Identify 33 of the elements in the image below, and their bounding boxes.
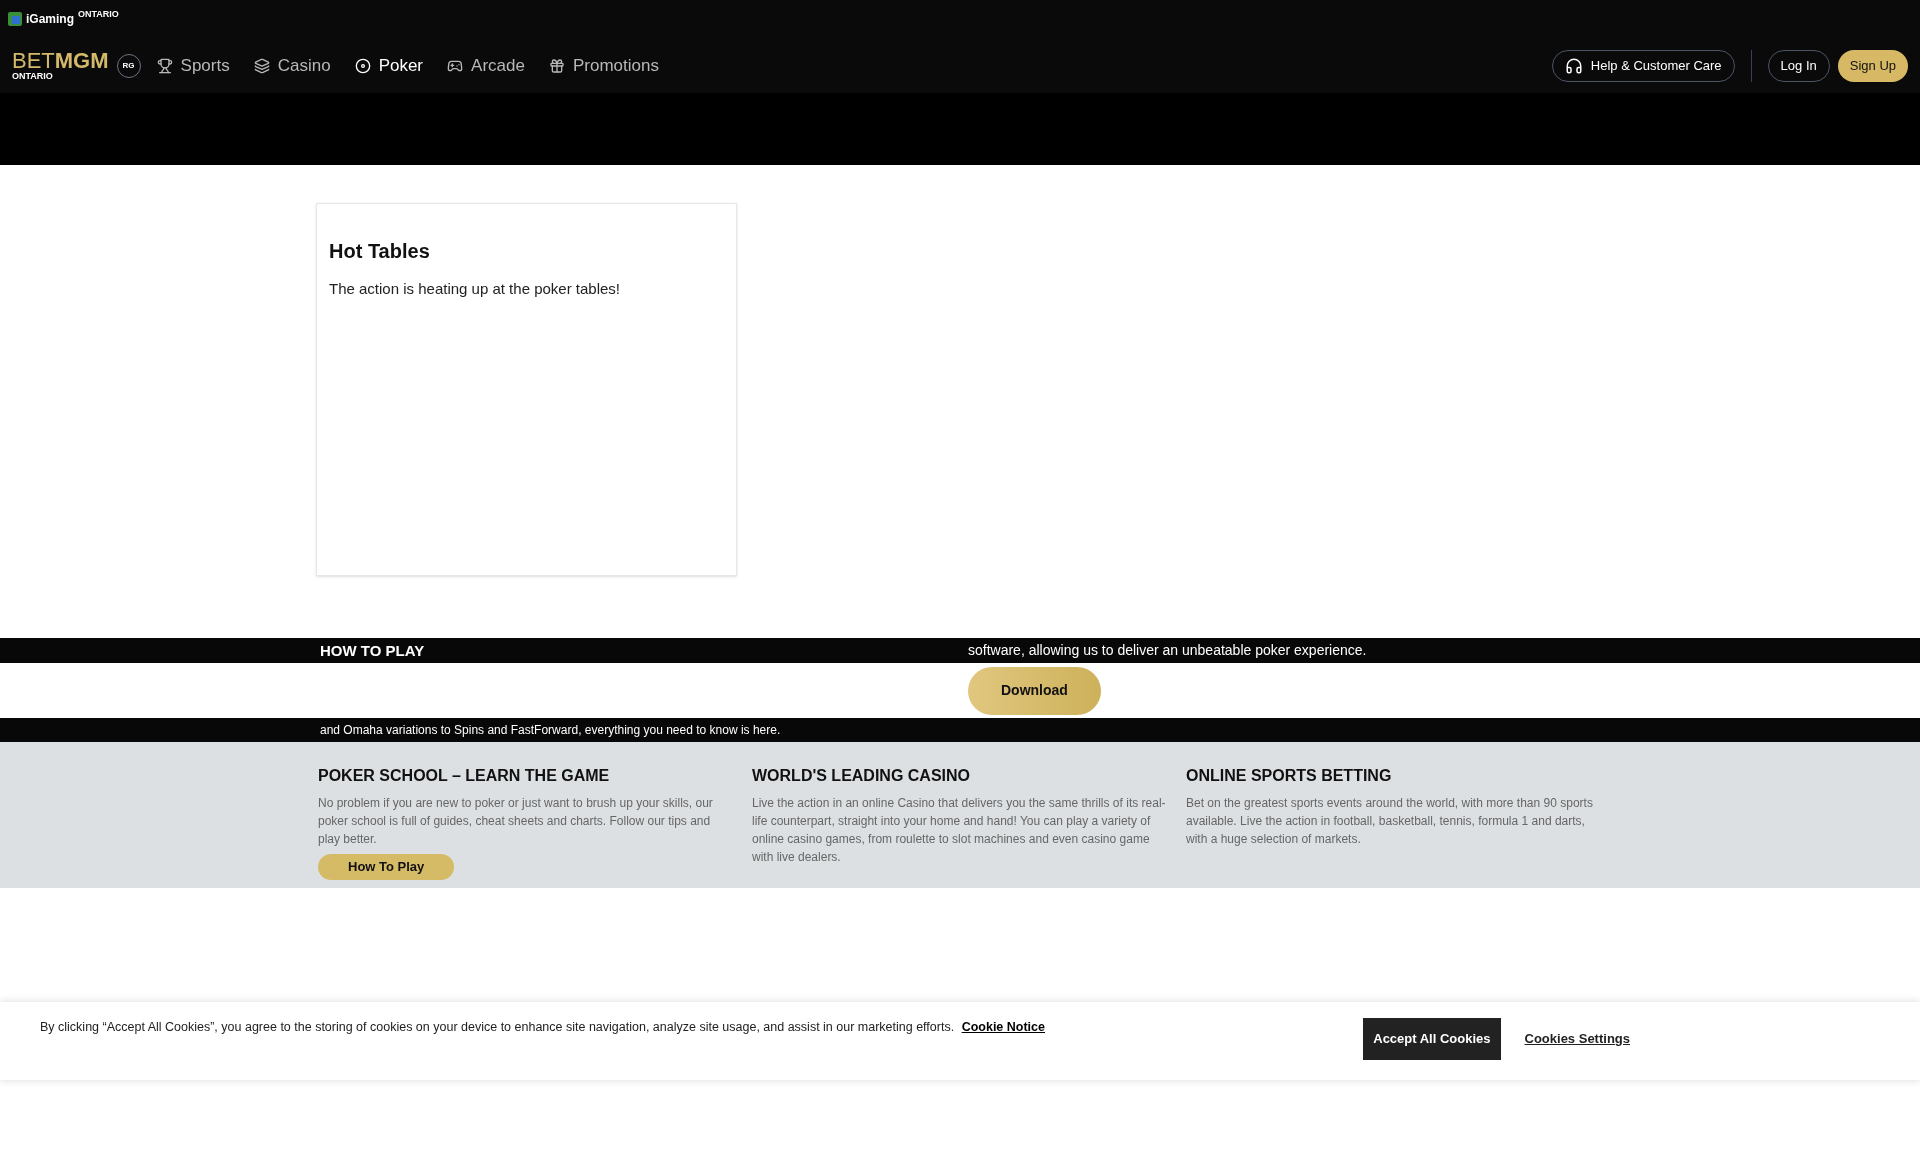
trophy-icon: [156, 57, 173, 74]
feature-title: POKER SCHOOL – LEARN THE GAME: [318, 766, 611, 786]
download-text: software, allowing us to deliver an unbeatable poker experience.: [968, 641, 1367, 660]
nav-tab[interactable]: Arcade: [447, 52, 525, 79]
feature-title: ONLINE SPORTS BETTING: [1186, 766, 1393, 786]
nav-tab[interactable]: Sports: [156, 52, 230, 79]
cookie-text: By clicking “Accept All Cookies”, you agree to the storing of cookies on your device to enhance site navigation, analyze site usage, and assist in our marketing efforts. Cookie Notice: [40, 1019, 1045, 1036]
card-text: The action is heating up at the poker tables!: [329, 279, 622, 299]
feature-text: No problem if you are new to poker or just want to brush up your skills, our poker school is full of guides, cheat sheets and charts. Follow our tips and play better.: [318, 795, 714, 848]
logo-region: ONTARIO: [12, 72, 54, 81]
betmgm-logo[interactable]: BETMGM: [12, 50, 109, 72]
nav-tab[interactable]: Promotions: [548, 52, 659, 79]
feature-title: WORLD'S LEADING CASINO: [752, 766, 972, 786]
signup-button[interactable]: Sign Up: [1837, 49, 1908, 82]
feature-text: Live the action in an online Casino that delivers you the same thrills of its real-life counterpart, straight into your home and hand! You can play a variety of online casino games, from roulette to slot machines and even casino game with live dealers.: [752, 795, 1166, 866]
igaming-logo-icon: [8, 12, 22, 26]
igaming-region: ONTARIO: [78, 8, 119, 22]
cards-icon: [253, 57, 270, 74]
chip-icon: [354, 57, 371, 74]
download-button[interactable]: Download: [968, 666, 1101, 715]
feature-text: Bet on the greatest sports events around the world, with more than 90 sports available. Live the action in football, basketball, tennis, formula 1 and darts, with a huge selection of markets.: [1186, 795, 1594, 848]
igaming-logo[interactable]: iGaming: [26, 10, 74, 28]
gift-icon: [548, 57, 565, 74]
card-title: Hot Tables: [329, 239, 431, 264]
headset-icon: [1564, 56, 1583, 75]
cookie-settings-button[interactable]: Cookies Settings: [1524, 1018, 1630, 1060]
accept-cookies-button[interactable]: Accept All Cookies: [1363, 1018, 1501, 1060]
how-to-play-heading: HOW TO PLAY: [320, 641, 426, 661]
how-to-play-text: and Omaha variations to Spins and FastForward, everything you need to know is here.: [319, 722, 782, 739]
how-to-play-button[interactable]: How To Play: [318, 854, 455, 880]
nav-tab[interactable]: Casino: [253, 52, 331, 79]
nav-tab[interactable]: Poker: [354, 52, 424, 79]
cookie-notice-link[interactable]: Cookie Notice: [961, 1020, 1045, 1034]
